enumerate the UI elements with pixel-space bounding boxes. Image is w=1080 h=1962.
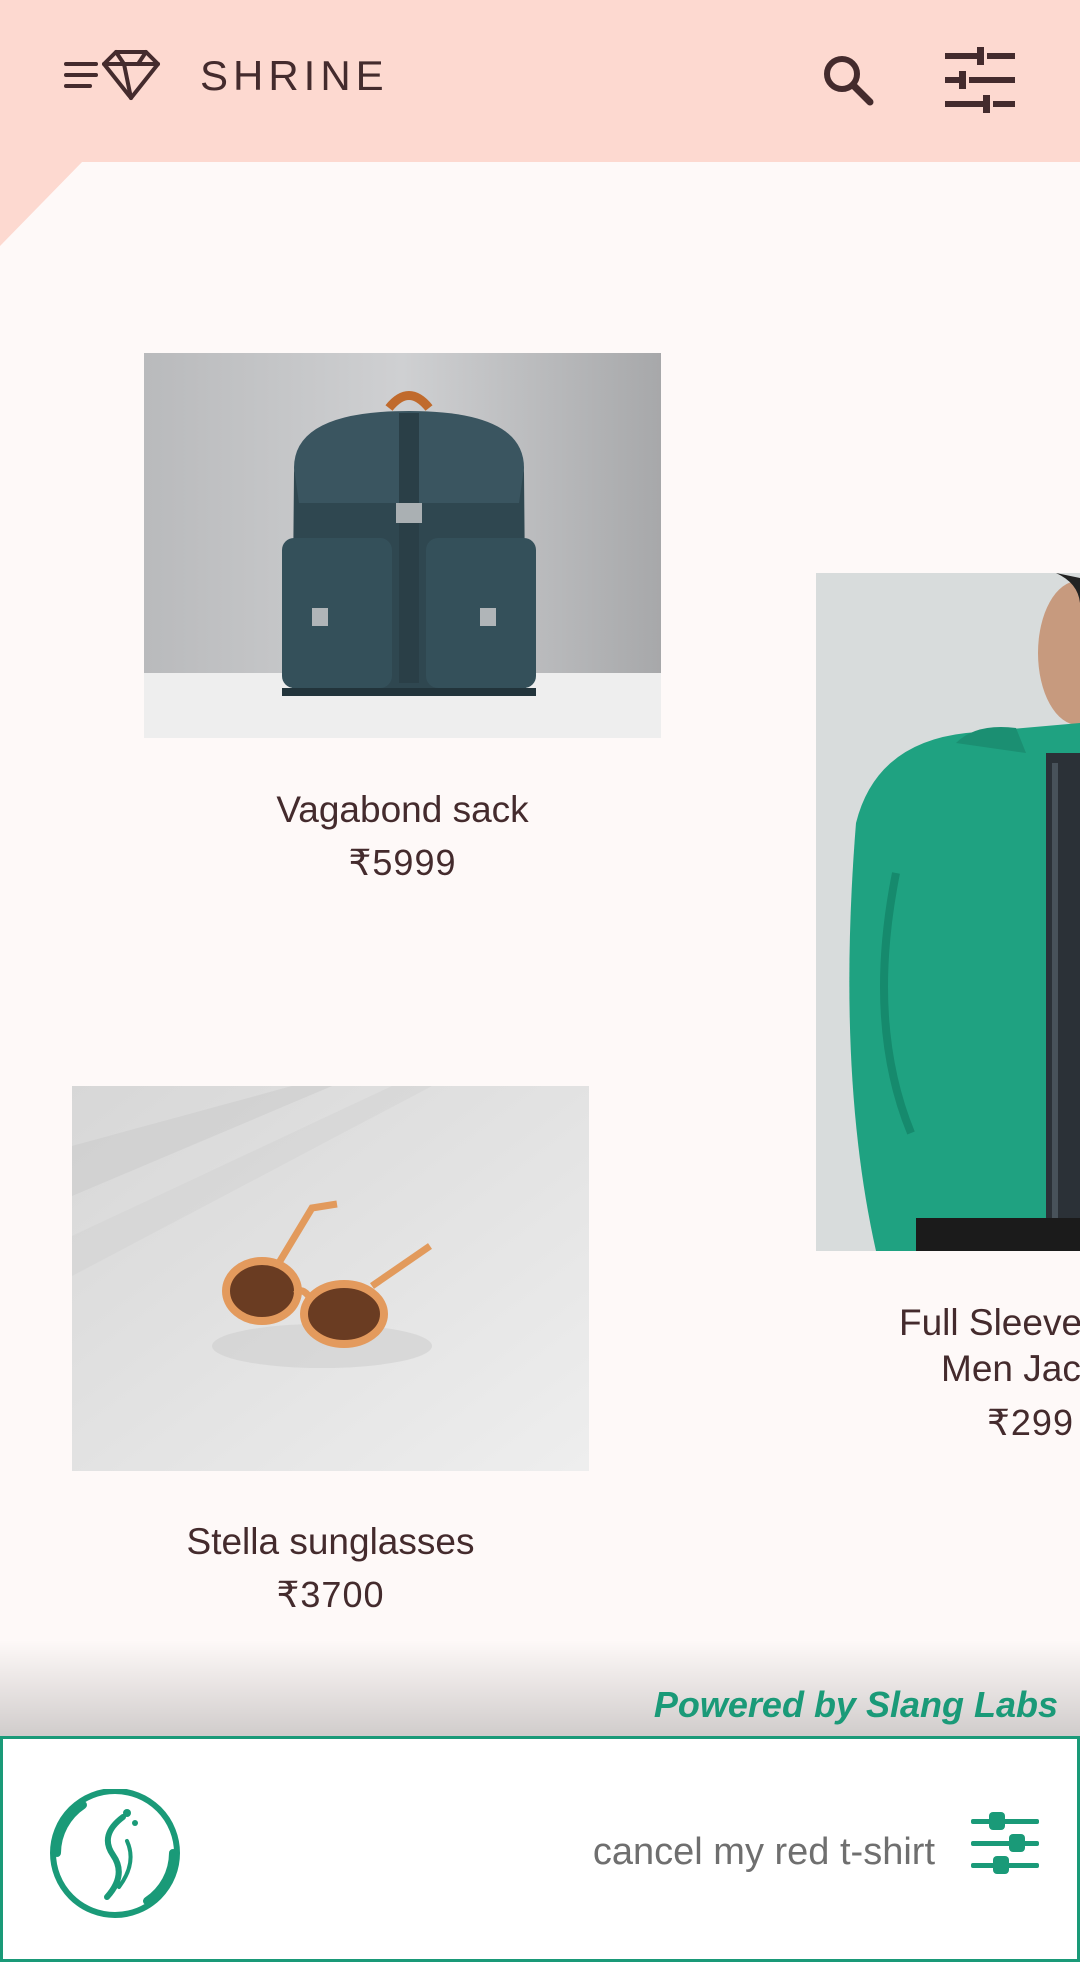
- product-price: ₹3700: [276, 1574, 385, 1615]
- search-icon: [824, 56, 874, 106]
- product-price: ₹299: [987, 1402, 1074, 1443]
- voice-utterance-text: cancel my red t-shirt: [592, 1831, 935, 1873]
- backdrop-notch: [0, 160, 84, 246]
- powered-by-label: Powered by Slang Labs: [653, 1684, 1058, 1725]
- voice-assistant-bar: cancel my red t-shirt: [0, 1736, 1080, 1962]
- product-image-backpack: [144, 353, 661, 738]
- product-name-line2: Men Jac: [941, 1348, 1080, 1389]
- product-name: Stella sunglasses: [186, 1521, 475, 1562]
- product-image-jacket: [816, 573, 1080, 1251]
- voice-settings-button[interactable]: [971, 1809, 1051, 1889]
- app-brand-title: SHRINE: [200, 52, 389, 99]
- top-app-bar: SHRINE: [0, 0, 1080, 162]
- filter-button[interactable]: [940, 44, 1020, 116]
- menu-button[interactable]: [60, 44, 170, 106]
- product-name: Full Sleeve: [899, 1302, 1080, 1343]
- tune-icon: [945, 47, 1015, 113]
- product-name: Vagabond sack: [276, 789, 529, 830]
- product-image-sunglasses: [72, 1086, 589, 1471]
- search-button[interactable]: [816, 48, 880, 112]
- slang-logo-button[interactable]: [43, 1788, 187, 1919]
- slang-logo-icon: [50, 1788, 180, 1918]
- sliders-icon: [971, 1812, 1039, 1874]
- product-price: ₹5999: [348, 842, 457, 883]
- menu-diamond-icon: [64, 50, 160, 100]
